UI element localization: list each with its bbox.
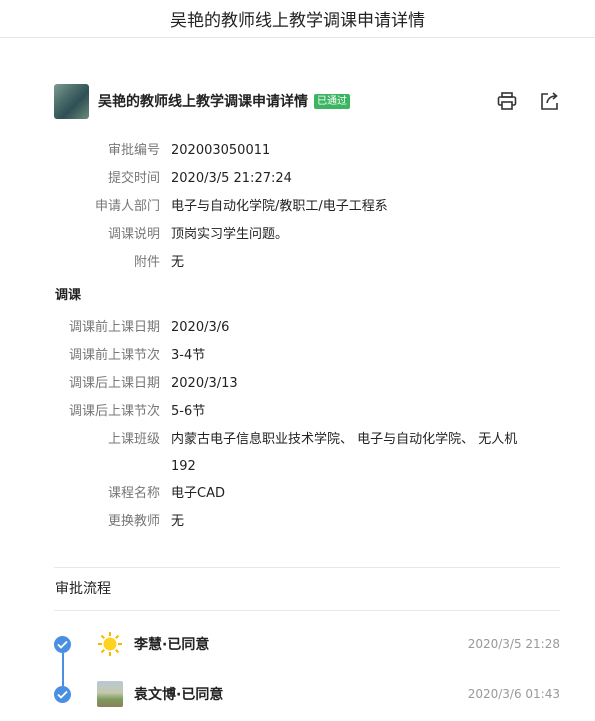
field-attachment: 附件无 xyxy=(0,250,595,276)
field-reason: 调课说明 顶岗实习学生问题。 xyxy=(0,222,595,248)
field-label: 附件 xyxy=(133,255,160,270)
avatar xyxy=(97,681,123,707)
field-label: 调课前上课日期 xyxy=(68,320,160,335)
field-label: 上课班级 xyxy=(107,432,160,447)
approval-time: 2020/3/5 21:28 xyxy=(467,637,560,651)
field-class: 上课班级 内蒙古电子信息职业技术学院、 电子与自动化学院、 无人机 xyxy=(0,427,595,453)
share-icon[interactable] xyxy=(538,90,560,112)
field-label: 调课后上课节次 xyxy=(68,404,160,419)
approver-name: 袁文博·已同意 xyxy=(134,687,224,703)
field-value: 电子CAD xyxy=(171,486,225,501)
flow-step: 李慧·已同意 2020/3/5 21:28 xyxy=(54,627,560,661)
field-label: 课程名称 xyxy=(107,486,160,501)
check-icon xyxy=(54,685,71,703)
field-before-date: 调课前上课日期 2020/3/6 xyxy=(0,315,595,341)
field-value: 电子与自动化学院/教职工/电子工程系 xyxy=(171,199,388,214)
field-label: 调课后上课日期 xyxy=(68,376,160,391)
section-title: 调课 xyxy=(55,288,82,303)
field-teacher: 更换教师无 xyxy=(0,509,595,535)
field-label: 调课说明 xyxy=(107,227,160,242)
field-label: 申请人部门 xyxy=(94,199,160,214)
flow-title: 审批流程 xyxy=(55,581,111,597)
field-label: 审批编号 xyxy=(107,143,160,158)
divider xyxy=(54,567,560,568)
field-course: 课程名称 电子CAD xyxy=(0,481,595,507)
top-bar: 吴艳的教师线上教学调课申请详情 xyxy=(0,0,595,38)
approval-time: 2020/3/6 01:43 xyxy=(467,687,560,701)
field-submit-time: 提交时间 2020/3/5 21:27:24 xyxy=(0,166,595,192)
page-title: 吴艳的教师线上教学调课申请详情 xyxy=(170,11,425,31)
field-value: 顶岗实习学生问题。 xyxy=(171,227,289,242)
approver-name: 李慧·已同意 xyxy=(134,637,210,653)
field-value: 2020/3/5 21:27:24 xyxy=(171,171,292,186)
field-value: 2020/3/6 xyxy=(171,320,230,335)
print-icon[interactable] xyxy=(496,90,518,112)
field-label: 更换教师 xyxy=(107,514,160,529)
field-value: 5-6节 xyxy=(171,404,206,419)
field-value: 3-4节 xyxy=(171,348,206,363)
field-after-date: 调课后上课日期 2020/3/13 xyxy=(0,371,595,397)
field-after-period: 调课后上课节次 5-6节 xyxy=(0,399,595,425)
status-badge: 已通过 xyxy=(314,93,350,109)
field-label: 提交时间 xyxy=(107,171,160,186)
approval-title: 吴艳的教师线上教学调课申请详情 xyxy=(98,94,308,110)
approval-header: 吴艳的教师线上教学调课申请详情 已通过 xyxy=(54,82,564,120)
field-value: 2020/3/13 xyxy=(171,376,238,391)
field-value: 无 xyxy=(171,255,185,270)
field-value: 202003050011 xyxy=(171,143,271,158)
field-label: 调课前上课节次 xyxy=(68,348,160,363)
avatar xyxy=(54,83,89,119)
flow-step: 袁文博·已同意 2020/3/6 01:43 xyxy=(54,677,560,711)
field-value-continued: 192 xyxy=(171,459,196,474)
sun-icon xyxy=(97,631,123,657)
field-value: 无 xyxy=(171,514,185,529)
field-approval-number: 审批编号 202003050011 xyxy=(0,138,595,164)
divider xyxy=(54,610,560,611)
check-icon xyxy=(54,635,71,653)
field-department: 申请人部门 电子与自动化学院/教职工/电子工程系 xyxy=(0,194,595,220)
field-class-cont: 192 xyxy=(0,454,595,480)
field-value: 内蒙古电子信息职业技术学院、 电子与自动化学院、 无人机 xyxy=(171,432,518,447)
field-before-period: 调课前上课节次 3-4节 xyxy=(0,343,595,369)
